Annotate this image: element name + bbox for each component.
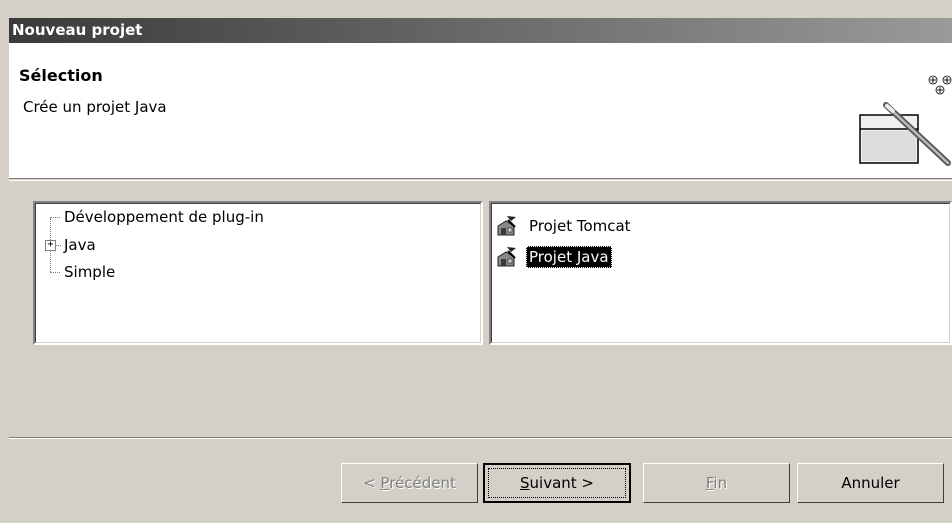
- tree-item-label: Java: [64, 236, 96, 254]
- list-item-label: Projet Tomcat: [529, 217, 631, 235]
- button-bar-separator-highlight: [9, 438, 952, 439]
- finish-button[interactable]: Fin: [643, 463, 790, 503]
- wizard-list[interactable]: Projet Tomcat Projet Java: [489, 201, 952, 345]
- tree-item-label: Simple: [64, 263, 116, 281]
- wizard-header: Sélection Crée un projet Java: [9, 43, 952, 179]
- wizard-list-inner: Projet Tomcat Projet Java: [491, 203, 950, 343]
- tree-item-java[interactable]: Java: [64, 235, 96, 255]
- cancel-button-label: Annuler: [841, 474, 900, 492]
- previous-button-prefix: <: [363, 474, 381, 492]
- window-title: Nouveau projet: [12, 21, 143, 39]
- window-title-bar[interactable]: Nouveau projet: [9, 18, 952, 43]
- list-item-label: Projet Java: [526, 246, 612, 268]
- tomcat-project-icon: [497, 216, 516, 236]
- new-project-wizard-icon: [859, 75, 952, 166]
- category-tree[interactable]: Développement de plug-in + Java Simple: [33, 201, 483, 345]
- next-button-mnemonic: S: [520, 474, 530, 492]
- previous-button[interactable]: < Précédent: [341, 463, 478, 503]
- tree-item-simple[interactable]: Simple: [64, 262, 115, 282]
- tree-item-label: Développement de plug-in: [64, 208, 264, 226]
- tree-connector: [50, 272, 60, 273]
- tree-connector: [50, 217, 60, 218]
- java-project-icon: [497, 247, 516, 267]
- cancel-button[interactable]: Annuler: [797, 463, 944, 503]
- previous-button-label: récédent: [389, 474, 456, 492]
- header-separator: [9, 180, 952, 181]
- expand-icon[interactable]: +: [45, 240, 56, 251]
- page-description: Crée un projet Java: [23, 98, 167, 116]
- category-tree-inner: Développement de plug-in + Java Simple: [35, 203, 481, 343]
- next-button[interactable]: Suivant >: [483, 463, 631, 503]
- next-button-label: uivant >: [529, 474, 594, 492]
- tree-connector: [56, 245, 61, 246]
- page-title: Sélection: [19, 66, 103, 85]
- previous-button-mnemonic: P: [380, 474, 390, 492]
- tree-item-plugin-development[interactable]: Développement de plug-in: [64, 207, 264, 227]
- finish-button-label: in: [713, 474, 728, 492]
